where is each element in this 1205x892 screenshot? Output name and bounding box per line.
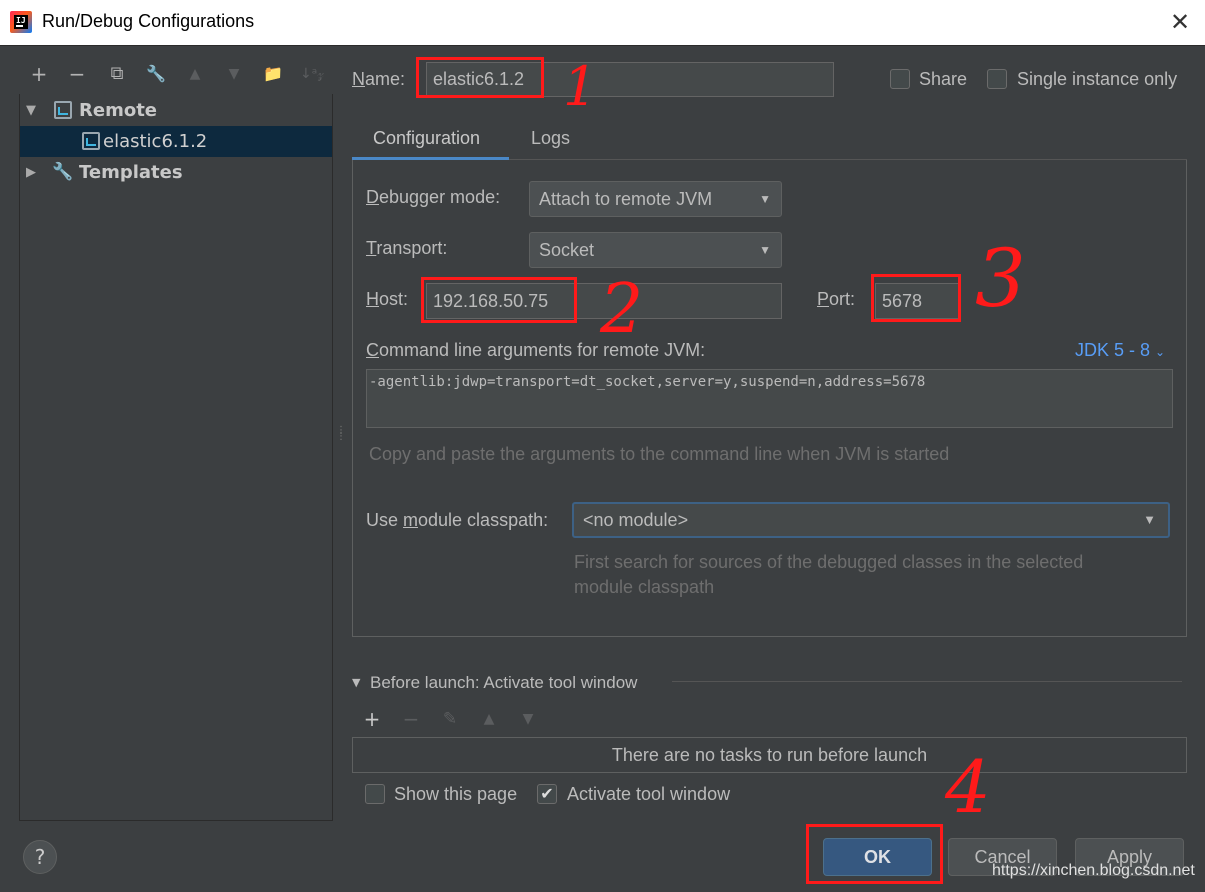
copy-icon[interactable]: ⧉ [106, 62, 128, 86]
tab-logs[interactable]: Logs [531, 124, 570, 160]
tab-configuration[interactable]: Configuration [352, 124, 509, 160]
activate-tool-checkbox[interactable]: ✔ [537, 784, 557, 804]
collapse-arrow-icon[interactable]: ▶ [26, 157, 36, 188]
intellij-app-icon: IJ [10, 11, 32, 33]
expand-arrow-icon[interactable]: ▼ [26, 95, 36, 126]
wrench-icon[interactable]: 🔧 [145, 62, 167, 86]
remove-task-icon[interactable]: − [400, 708, 422, 730]
cmd-args-textarea[interactable]: -agentlib:jdwp=transport=dt_socket,serve… [366, 369, 1173, 428]
single-instance-checkbox[interactable] [987, 69, 1007, 89]
annotation-number-2: 2 [600, 270, 644, 349]
annotation-number-4: 4 [945, 745, 991, 829]
annotation-box-ok [806, 824, 943, 884]
annotation-number-1: 1 [563, 55, 598, 118]
tree-item-remote[interactable]: ▼ Remote [20, 95, 332, 126]
dropdown-arrow-icon: ▼ [1143, 512, 1156, 527]
activate-tool-label[interactable]: Activate tool window [567, 784, 730, 805]
chevron-down-icon: ⌄ [1155, 345, 1166, 359]
move-up-icon[interactable]: ▲ [184, 62, 206, 86]
tree-label-templates: Templates [79, 162, 183, 183]
tree-item-elastic[interactable]: elastic6.1.2 [20, 126, 332, 157]
before-launch-task-list: There are no tasks to run before launch [352, 737, 1187, 773]
tree-item-templates[interactable]: ▶ 🔧 Templates [20, 157, 332, 188]
remote-icon [54, 101, 72, 119]
annotation-number-3: 3 [975, 232, 1026, 325]
debugger-mode-label: Debugger mode: [366, 187, 501, 207]
folder-icon[interactable]: 📁 [262, 62, 284, 86]
collapse-triangle-icon[interactable]: ▼ [352, 676, 360, 689]
share-checkbox[interactable] [890, 69, 910, 89]
move-task-down-icon[interactable]: ▼ [517, 708, 539, 730]
annotation-box-host [421, 277, 577, 323]
tree-label-elastic: elastic6.1.2 [103, 131, 208, 152]
remote-config-icon [82, 132, 100, 150]
show-page-label[interactable]: Show this page [394, 784, 517, 805]
edit-task-icon[interactable]: ✎ [439, 708, 461, 730]
annotation-box-name [416, 57, 544, 98]
wrench-icon: 🔧 [52, 162, 74, 182]
port-label: Port: [817, 289, 856, 309]
module-hint-line-1: First search for sources of the debugged… [574, 552, 1084, 572]
debugger-mode-value: Attach to remote JVM [539, 189, 713, 209]
window-title: Run/Debug Configurations [42, 11, 255, 31]
transport-select[interactable]: Socket ▼ [529, 232, 782, 268]
remove-icon[interactable]: − [66, 62, 88, 86]
jdk-version-label: JDK 5 - 8 [1075, 340, 1151, 360]
watermark-text: https://xinchen.blog.csdn.net [992, 862, 1195, 879]
configurations-tree-panel [19, 94, 333, 821]
module-classpath-select[interactable]: <no module> ▼ [572, 502, 1170, 538]
cmd-args-label: Command line arguments for remote JVM: [366, 340, 706, 360]
move-task-up-icon[interactable]: ▲ [478, 708, 500, 730]
dropdown-arrow-icon: ▼ [759, 192, 771, 206]
transport-label: Transport: [366, 238, 448, 258]
tree-label-remote: Remote [79, 100, 158, 121]
module-classpath-label: Use module classpath: [366, 510, 549, 530]
splitter-handle[interactable]: ⋮ ⋮ [336, 426, 346, 452]
single-instance-label[interactable]: Single instance only [1017, 69, 1177, 90]
close-icon[interactable]: ✕ [1165, 6, 1195, 38]
host-label: Host: [366, 289, 409, 309]
share-label[interactable]: Share [919, 69, 967, 90]
add-task-icon[interactable]: + [361, 708, 383, 730]
name-label: Name: [352, 69, 406, 89]
show-page-checkbox[interactable] [365, 784, 385, 804]
before-launch-divider [672, 681, 1182, 682]
help-button[interactable]: ? [23, 840, 57, 874]
add-icon[interactable]: + [28, 62, 50, 86]
sort-icon[interactable]: ↓ᵃ𝓏 [300, 62, 324, 86]
jdk-version-select[interactable]: JDK 5 - 8 ⌄ [1075, 340, 1165, 361]
transport-value: Socket [539, 240, 595, 260]
debugger-mode-select[interactable]: Attach to remote JVM ▼ [529, 181, 782, 217]
module-hint-line-2: module classpath [574, 577, 715, 597]
cmd-args-hint: Copy and paste the arguments to the comm… [369, 444, 950, 464]
module-value: <no module> [583, 510, 689, 530]
before-launch-title[interactable]: Before launch: Activate tool window [370, 673, 637, 693]
dropdown-arrow-icon: ▼ [759, 243, 771, 257]
move-down-icon[interactable]: ▼ [223, 62, 245, 86]
annotation-box-port [871, 274, 961, 322]
